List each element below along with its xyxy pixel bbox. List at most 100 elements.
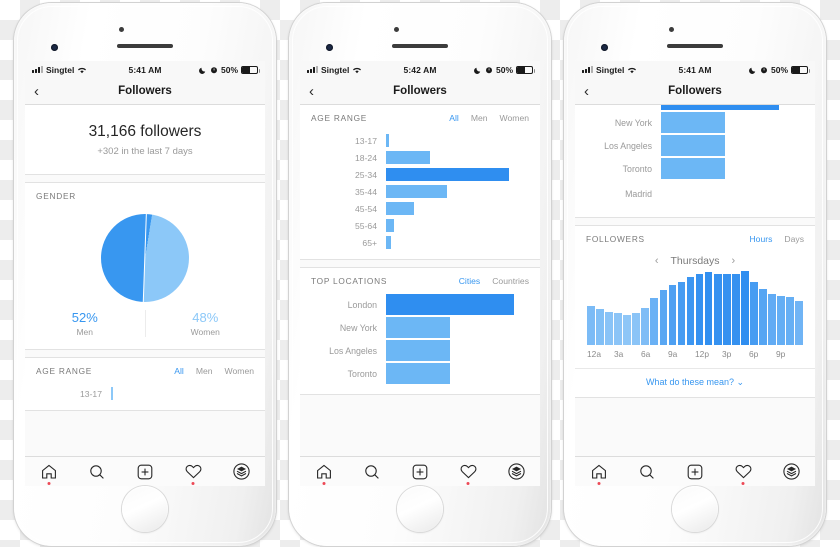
chevron-down-icon: ⌄: [736, 377, 745, 387]
tab-age-women[interactable]: Women: [225, 366, 254, 376]
followers-hours-card: FOLLOWERS Hours Days ‹ Thursdays › 12a 3a…: [575, 225, 815, 398]
what-do-these-mean-link[interactable]: What do these mean? ⌄: [575, 368, 815, 397]
age-range-label: 35-44: [355, 186, 377, 197]
home-icon[interactable]: [587, 462, 611, 485]
phone-1-screen: Singtel 5:41 AM 50% ‹ Followers 31,166 f…: [25, 61, 265, 486]
phone-mockup-1: Singtel 5:41 AM 50% ‹ Followers 31,166 f…: [14, 3, 276, 546]
status-bar: Singtel 5:42 AM 50%: [300, 61, 540, 78]
followers-change: +302 in the last 7 days: [97, 146, 193, 157]
phone-2-content[interactable]: AGE RANGE All Men Women 13-17 18-24 25-3…: [300, 105, 540, 456]
selected-day-label: Thursdays: [670, 255, 720, 267]
tab-age-men[interactable]: Men: [471, 113, 488, 123]
location-label: Toronto: [622, 163, 652, 174]
add-post-icon[interactable]: [683, 462, 707, 482]
carrier-label: Singtel: [46, 64, 75, 75]
wifi-icon: [353, 67, 362, 73]
activity-badge: [466, 481, 470, 485]
back-button[interactable]: ‹: [584, 84, 589, 99]
back-button[interactable]: ‹: [309, 84, 314, 99]
search-icon[interactable]: [360, 462, 384, 482]
day-selector[interactable]: ‹ Thursdays ›: [575, 248, 815, 271]
cellular-signal-icon: [32, 66, 43, 73]
page-title: Followers: [118, 85, 172, 97]
status-bar: Singtel 5:41 AM 50%: [575, 61, 815, 78]
home-button[interactable]: [397, 486, 443, 532]
age-range-filter-tabs[interactable]: All Men Women: [449, 113, 529, 123]
locations-filter-tabs[interactable]: Cities Countries: [459, 276, 529, 286]
men-label: Men: [76, 327, 94, 337]
profile-icon[interactable]: [229, 462, 253, 482]
tab-bar[interactable]: [575, 456, 815, 486]
age-range-bar: [386, 185, 448, 198]
age-range-filter-tabs[interactable]: All Men Women: [174, 366, 254, 376]
hour-bar: [596, 308, 604, 345]
activity-heart-icon[interactable]: [181, 462, 205, 485]
location-row: New York: [300, 316, 540, 339]
age-range-chart: 13-17: [25, 380, 265, 410]
followers-section-title: FOLLOWERS: [586, 234, 645, 244]
followers-filter-tabs[interactable]: Hours Days: [749, 234, 804, 244]
back-button[interactable]: ‹: [34, 84, 39, 99]
home-icon[interactable]: [37, 462, 61, 485]
location-label: Los Angeles: [329, 345, 377, 356]
earpiece-speaker: [117, 44, 173, 48]
location-row: Madrid: [575, 180, 815, 208]
add-post-icon[interactable]: [133, 462, 157, 482]
tab-bar[interactable]: [25, 456, 265, 486]
front-camera-icon: [51, 44, 58, 51]
tab-age-all[interactable]: All: [449, 113, 459, 123]
tab-age-men[interactable]: Men: [196, 366, 213, 376]
location-label: Madrid: [625, 189, 652, 199]
cellular-signal-icon: [582, 66, 593, 73]
location-bar: [386, 294, 514, 315]
profile-icon[interactable]: [779, 462, 803, 482]
age-range-bar: [386, 134, 389, 147]
age-range-label: 13-17: [80, 388, 102, 399]
tab-age-women[interactable]: Women: [500, 113, 529, 123]
search-icon[interactable]: [635, 462, 659, 482]
page-title: Followers: [668, 85, 722, 97]
crescent-moon-icon: [199, 67, 206, 74]
age-range-label: 45-54: [355, 203, 377, 214]
navigation-bar: ‹ Followers: [25, 78, 265, 105]
chevron-right-icon[interactable]: ›: [732, 255, 736, 267]
tab-countries[interactable]: Countries: [492, 276, 529, 286]
tab-cities[interactable]: Cities: [459, 276, 481, 286]
home-icon[interactable]: [312, 462, 336, 485]
tab-bar[interactable]: [300, 456, 540, 486]
activity-heart-icon[interactable]: [456, 462, 480, 485]
alarm-clock-icon: [486, 66, 492, 73]
phone-1-content[interactable]: 31,166 followers +302 in the last 7 days…: [25, 105, 265, 456]
tab-age-all[interactable]: All: [174, 366, 184, 376]
hour-bar: [732, 273, 740, 345]
women-label: Women: [190, 327, 220, 337]
add-post-icon[interactable]: [408, 462, 432, 482]
phone-3-content[interactable]: New York Los Angeles Toronto Madrid FOLL…: [575, 105, 815, 456]
location-label: New York: [614, 117, 652, 128]
home-button[interactable]: [122, 486, 168, 532]
followers-count: 31,166 followers: [88, 123, 202, 140]
page-title: Followers: [393, 85, 447, 97]
proximity-sensor-icon: [669, 27, 674, 32]
women-percent: 48%: [192, 310, 219, 325]
profile-icon[interactable]: [504, 462, 528, 482]
gender-pie-chart: [101, 214, 189, 302]
hour-bar: [632, 313, 640, 345]
hour-bar: [759, 288, 767, 345]
chevron-left-icon[interactable]: ‹: [655, 255, 659, 267]
activity-heart-icon[interactable]: [731, 462, 755, 485]
wifi-icon: [78, 67, 87, 73]
tab-hours[interactable]: Hours: [749, 234, 772, 244]
hour-bar: [614, 313, 622, 345]
home-button[interactable]: [672, 486, 718, 532]
hour-bar: [750, 281, 758, 345]
home-badge: [47, 481, 51, 485]
front-camera-icon: [601, 44, 608, 51]
hour-bar: [695, 273, 704, 345]
hour-bar: [641, 308, 650, 345]
search-icon[interactable]: [85, 462, 109, 482]
tab-days[interactable]: Days: [784, 234, 804, 244]
hour-axis-label: 6a: [641, 349, 651, 359]
hour-axis-label: 6p: [749, 349, 759, 359]
location-bar: [661, 158, 725, 179]
